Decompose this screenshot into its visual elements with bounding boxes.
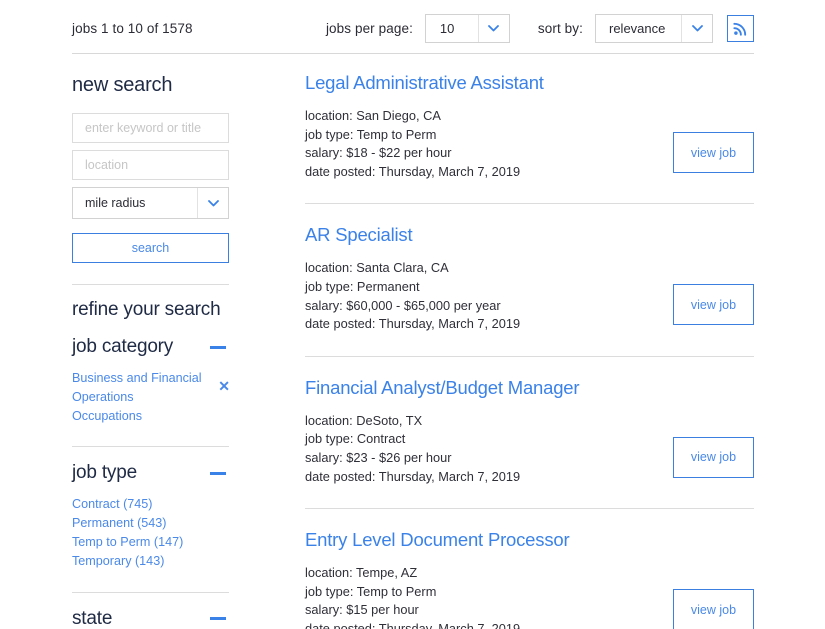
facet-state: state Alabama (2) Arizona (58) Arkansas … bbox=[72, 608, 230, 629]
minus-icon[interactable] bbox=[210, 617, 226, 620]
mile-radius-value: mile radius bbox=[73, 196, 197, 210]
refine-search-title: refine your search bbox=[72, 299, 230, 321]
job-listing: AR Specialist location: Santa Clara, CA … bbox=[305, 224, 754, 355]
results-count-label: jobs 1 to 10 of 1578 bbox=[72, 21, 193, 36]
minus-icon[interactable] bbox=[210, 346, 226, 349]
facet-title: job category bbox=[72, 336, 173, 358]
facet-title: job type bbox=[72, 462, 137, 484]
job-divider bbox=[305, 508, 754, 509]
jobs-per-page-select[interactable]: 10 bbox=[425, 14, 510, 43]
facet-job-category: job category Business and Financial Oper… bbox=[72, 336, 230, 447]
rss-feed-button[interactable] bbox=[727, 15, 754, 42]
job-title-link[interactable]: AR Specialist bbox=[305, 224, 412, 246]
facet-title: state bbox=[72, 608, 112, 629]
facet-body: Business and Financial Operations Occupa… bbox=[72, 369, 230, 425]
job-listing: Financial Analyst/Budget Manager locatio… bbox=[305, 377, 754, 508]
facet-header[interactable]: job category bbox=[72, 336, 230, 358]
results-toolbar: jobs 1 to 10 of 1578 jobs per page: 10 s… bbox=[72, 12, 754, 44]
facet-header[interactable]: job type bbox=[72, 462, 230, 484]
sidebar-divider bbox=[72, 446, 229, 447]
view-job-button[interactable]: view job bbox=[673, 132, 754, 173]
facet-body: Contract (745) Permanent (543) Temp to P… bbox=[72, 495, 230, 570]
job-listing: Legal Administrative Assistant location:… bbox=[305, 72, 754, 203]
job-search-results-page: jobs 1 to 10 of 1578 jobs per page: 10 s… bbox=[0, 0, 825, 629]
job-title-link[interactable]: Financial Analyst/Budget Manager bbox=[305, 377, 579, 399]
facet-header[interactable]: state bbox=[72, 608, 230, 629]
facet-link[interactable]: Temporary (143) bbox=[72, 552, 230, 571]
jobs-per-page-value: 10 bbox=[426, 21, 478, 36]
facet-link[interactable]: Permanent (543) bbox=[72, 514, 230, 533]
job-title-link[interactable]: Entry Level Document Processor bbox=[305, 529, 569, 551]
toolbar-divider bbox=[72, 53, 754, 54]
view-job-button[interactable]: view job bbox=[673, 437, 754, 478]
job-results-list: Legal Administrative Assistant location:… bbox=[305, 72, 754, 629]
sort-by-select[interactable]: relevance bbox=[595, 14, 713, 43]
sort-by-label: sort by: bbox=[538, 21, 583, 36]
toolbar-controls: jobs per page: 10 sort by: relevance bbox=[326, 14, 754, 43]
chevron-down-icon bbox=[198, 200, 228, 207]
keyword-input[interactable] bbox=[72, 113, 229, 143]
sidebar-divider bbox=[72, 284, 229, 285]
mile-radius-select[interactable]: mile radius bbox=[72, 187, 229, 219]
search-button[interactable]: search bbox=[72, 233, 229, 263]
minus-icon[interactable] bbox=[210, 472, 226, 475]
job-listing: Entry Level Document Processor location:… bbox=[305, 529, 754, 629]
facet-link[interactable]: Contract (745) bbox=[72, 495, 230, 514]
sort-by-value: relevance bbox=[596, 21, 681, 36]
sidebar-divider bbox=[72, 592, 229, 593]
location-input[interactable] bbox=[72, 150, 229, 180]
chevron-down-icon bbox=[479, 25, 509, 32]
new-search-title: new search bbox=[72, 74, 230, 97]
chevron-down-icon bbox=[682, 25, 712, 32]
job-title-link[interactable]: Legal Administrative Assistant bbox=[305, 72, 544, 94]
job-location: location: Tempe, AZ bbox=[305, 564, 754, 583]
facet-job-type: job type Contract (745) Permanent (543) … bbox=[72, 462, 230, 592]
job-location: location: San Diego, CA bbox=[305, 107, 754, 126]
active-facet-item: Business and Financial Operations Occupa… bbox=[72, 369, 230, 425]
job-divider bbox=[305, 203, 754, 204]
view-job-button[interactable]: view job bbox=[673, 589, 754, 629]
view-job-button[interactable]: view job bbox=[673, 284, 754, 325]
job-location: location: DeSoto, TX bbox=[305, 412, 754, 431]
job-divider bbox=[305, 356, 754, 357]
job-location: location: Santa Clara, CA bbox=[305, 259, 754, 278]
jobs-per-page-label: jobs per page: bbox=[326, 21, 413, 36]
facet-link[interactable]: Temp to Perm (147) bbox=[72, 533, 230, 552]
close-x-icon[interactable]: ✕ bbox=[218, 377, 230, 395]
facet-link[interactable]: Business and Financial Operations Occupa… bbox=[72, 369, 202, 425]
search-sidebar: new search mile radius search refine you… bbox=[72, 74, 230, 629]
rss-feed-icon bbox=[733, 21, 748, 36]
